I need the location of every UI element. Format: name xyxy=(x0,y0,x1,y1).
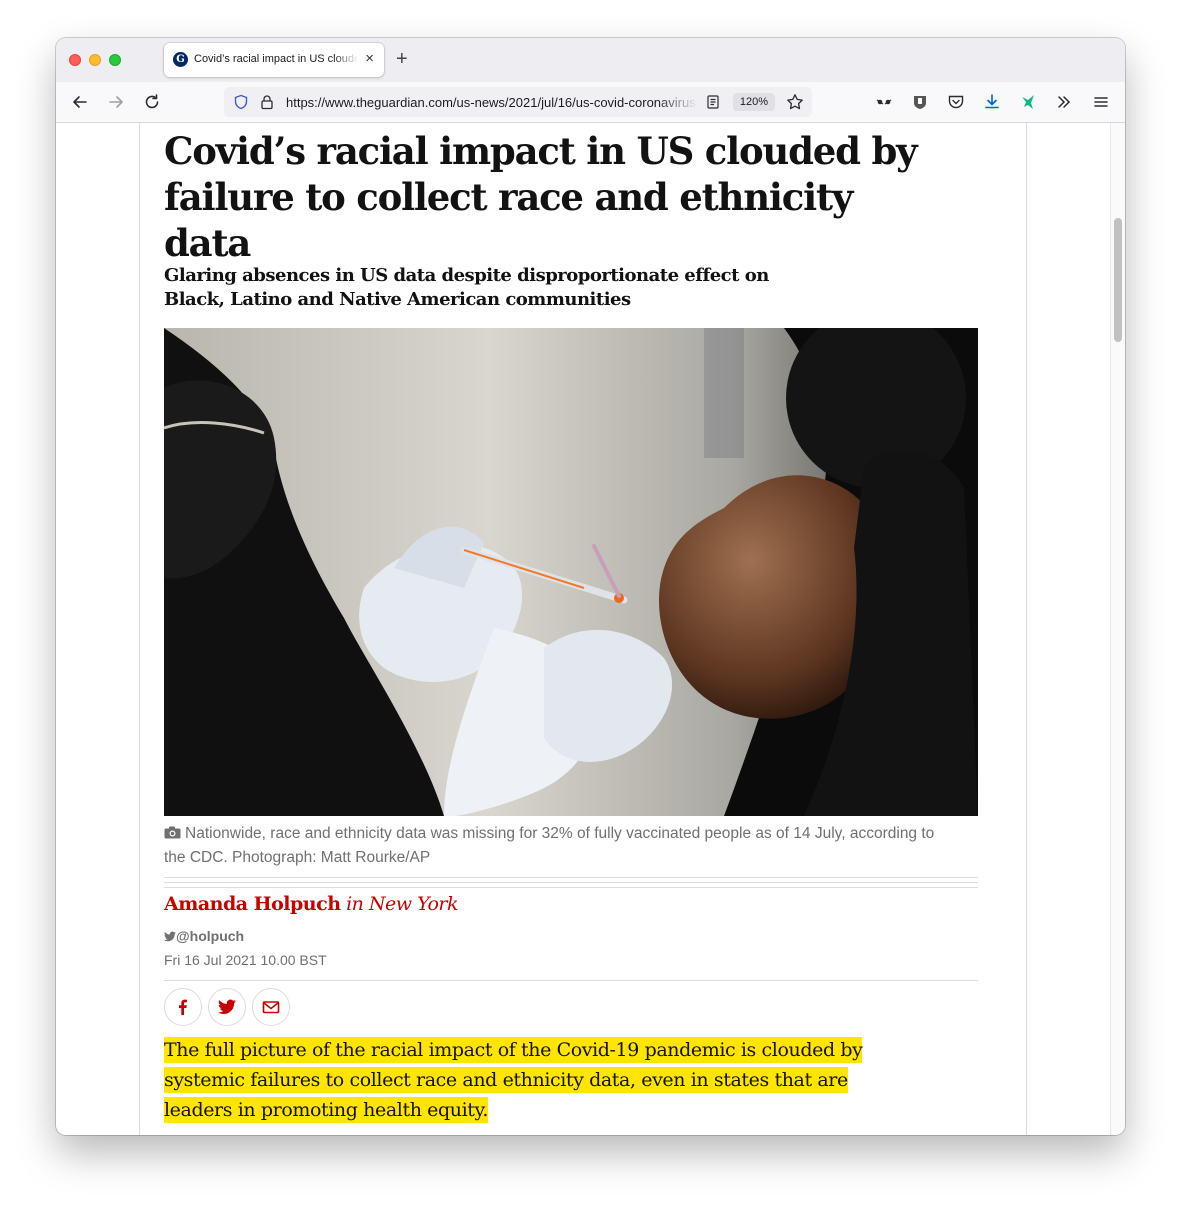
hamburger-menu-icon[interactable] xyxy=(1091,92,1111,112)
forward-button[interactable] xyxy=(106,92,126,112)
guardian-favicon-icon: G xyxy=(173,52,188,67)
new-tab-button[interactable]: + xyxy=(396,48,408,70)
reader-view-icon[interactable] xyxy=(705,94,721,110)
forward-arrow-icon xyxy=(109,96,123,108)
facebook-icon xyxy=(179,999,187,1015)
pocket-icon[interactable] xyxy=(946,92,966,112)
navigation-toolbar: https://www.theguardian.com/us-news/2021… xyxy=(56,82,1125,123)
scrollbar-thumb[interactable] xyxy=(1114,218,1122,342)
bookmark-star-icon[interactable] xyxy=(786,93,804,111)
reload-button[interactable] xyxy=(142,92,162,112)
close-window-button[interactable] xyxy=(69,54,81,66)
overflow-chevrons-icon[interactable] xyxy=(1054,92,1074,112)
downloads-icon[interactable] xyxy=(982,92,1002,112)
share-twitter-button[interactable] xyxy=(208,988,246,1026)
article-headline: Covid’s racial impact in US clouded by f… xyxy=(164,129,918,265)
minimize-window-button[interactable] xyxy=(89,54,101,66)
address-bar[interactable]: https://www.theguardian.com/us-news/2021… xyxy=(224,87,812,117)
tab-title: Covid’s racial impact in US clouded by f… xyxy=(194,53,358,65)
author-twitter-link[interactable]: @holpuch xyxy=(164,928,244,944)
author-name-link[interactable]: Amanda Holpuch xyxy=(164,893,341,915)
back-button[interactable] xyxy=(70,92,90,112)
tracking-protection-shield-icon[interactable] xyxy=(233,94,249,110)
column-divider xyxy=(1026,123,1027,1135)
tab-close-icon[interactable]: × xyxy=(365,51,374,67)
extension-icon[interactable] xyxy=(874,92,894,112)
reload-icon xyxy=(145,94,159,109)
divider-line xyxy=(164,882,978,883)
highlighted-text: The full picture of the racial impact of… xyxy=(164,1037,863,1123)
twitter-icon xyxy=(218,999,236,1015)
zoom-window-button[interactable] xyxy=(109,54,121,66)
caption-text: Nationwide, race and ethnicity data was … xyxy=(164,825,935,866)
share-facebook-button[interactable] xyxy=(164,988,202,1026)
browser-window: G Covid’s racial impact in US clouded by… xyxy=(56,38,1125,1135)
divider-line xyxy=(164,980,978,981)
image-caption: Nationwide, race and ethnicity data was … xyxy=(164,822,944,870)
divider-line xyxy=(164,887,978,888)
twitter-bird-icon xyxy=(164,931,176,942)
lock-icon[interactable] xyxy=(259,94,275,110)
page-viewport: Covid’s racial impact in US clouded by f… xyxy=(56,123,1125,1135)
article-main-image xyxy=(164,328,978,816)
camera-icon xyxy=(164,826,181,839)
publication-date: Fri 16 Jul 2021 10.00 BST xyxy=(164,952,327,968)
twitter-handle: @holpuch xyxy=(176,928,245,944)
author-location: in New York xyxy=(346,893,459,915)
article-first-paragraph: The full picture of the racial impact of… xyxy=(164,1035,876,1125)
tab-bar: G Covid’s racial impact in US clouded by… xyxy=(56,38,1125,82)
byline: Amanda Holpuch in New York xyxy=(164,891,459,917)
bird-extension-icon[interactable] xyxy=(1018,92,1038,112)
shield-extension-icon[interactable] xyxy=(910,92,930,112)
email-icon xyxy=(262,1001,280,1014)
article-standfirst: Glaring absences in US data despite disp… xyxy=(164,265,769,310)
tab-active[interactable]: G Covid’s racial impact in US clouded by… xyxy=(164,43,384,77)
back-arrow-icon xyxy=(73,96,87,108)
divider-line xyxy=(164,877,978,878)
share-email-button[interactable] xyxy=(252,988,290,1026)
zoom-level-button[interactable]: 120% xyxy=(733,93,775,111)
column-divider xyxy=(139,123,140,1135)
url-text[interactable]: https://www.theguardian.com/us-news/2021… xyxy=(286,95,698,110)
vaccination-photo xyxy=(164,328,978,816)
